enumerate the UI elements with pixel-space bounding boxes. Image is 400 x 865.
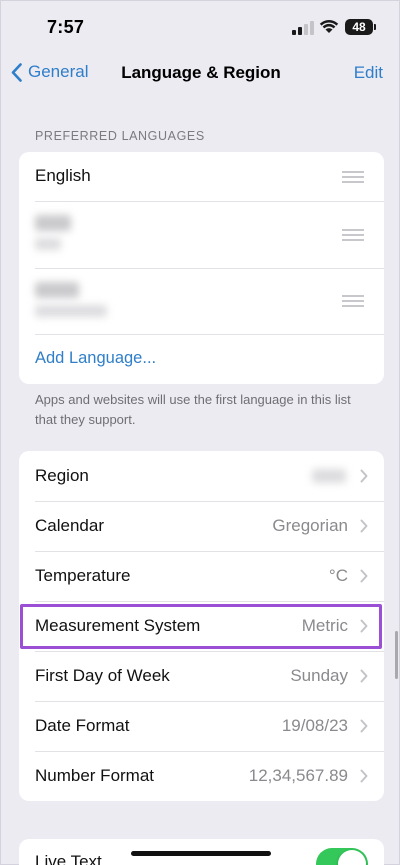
language-row-english[interactable]: English: [19, 152, 384, 201]
edit-button[interactable]: Edit: [354, 63, 383, 83]
calendar-row[interactable]: Calendar Gregorian: [19, 501, 384, 551]
date-format-row[interactable]: Date Format 19/08/23: [19, 701, 384, 751]
region-settings-list: Region Calendar Gregorian Temperature °C…: [19, 451, 384, 801]
first-day-of-week-row[interactable]: First Day of Week Sunday: [19, 651, 384, 701]
redacted-language-subtitle: [35, 238, 61, 250]
date-format-label: Date Format: [35, 716, 130, 735]
region-label: Region: [35, 466, 89, 485]
language-row-redacted[interactable]: [19, 269, 384, 334]
languages-footer-note: Apps and websites will use the first lan…: [35, 392, 351, 427]
first-day-of-week-value: Sunday: [290, 666, 348, 685]
calendar-value: Gregorian: [272, 516, 348, 535]
screen: 7:57 48 General Language & Region Edit P…: [0, 0, 400, 865]
measurement-system-row[interactable]: Measurement System Metric: [19, 601, 384, 651]
page-title: Language & Region: [121, 63, 281, 82]
wifi-icon: [319, 19, 339, 33]
temperature-value: °C: [328, 566, 348, 585]
chevron-right-icon: [360, 469, 368, 483]
number-format-value: 12,34,567.89: [248, 766, 348, 785]
live-text-toggle[interactable]: [316, 848, 368, 865]
preferred-languages-list: English Add Language...: [19, 152, 384, 384]
temperature-label: Temperature: [35, 566, 131, 585]
chevron-right-icon: [360, 569, 368, 583]
add-language-row[interactable]: Add Language...: [19, 335, 384, 384]
status-time: 7:57: [47, 17, 85, 37]
measurement-system-value: Metric: [301, 616, 348, 635]
chevron-right-icon: [360, 519, 368, 533]
language-label: English: [35, 166, 91, 185]
number-format-label: Number Format: [35, 766, 155, 785]
navigation-bar: General Language & Region Edit: [1, 51, 400, 95]
drag-handle-icon[interactable]: [342, 171, 364, 183]
status-bar: 7:57 48: [1, 1, 400, 51]
redacted-language-name: [35, 215, 71, 231]
redacted-region-value: [312, 469, 346, 483]
language-row-redacted[interactable]: [19, 202, 384, 268]
signal-icon: [292, 21, 314, 35]
number-format-row[interactable]: Number Format 12,34,567.89: [19, 751, 384, 801]
drag-handle-icon[interactable]: [342, 295, 364, 307]
measurement-system-label: Measurement System: [35, 616, 201, 635]
home-indicator[interactable]: [131, 851, 271, 856]
battery-icon: 48: [345, 19, 376, 35]
chevron-right-icon: [360, 769, 368, 783]
first-day-of-week-label: First Day of Week: [35, 666, 170, 685]
temperature-row[interactable]: Temperature °C: [19, 551, 384, 601]
region-row[interactable]: Region: [19, 451, 384, 501]
live-text-label: Live Text: [35, 852, 102, 865]
date-format-value: 19/08/23: [281, 716, 348, 735]
add-language-button[interactable]: Add Language...: [35, 349, 156, 368]
chevron-right-icon: [360, 719, 368, 733]
redacted-language-subtitle: [35, 305, 107, 317]
preferred-languages-header: PREFERRED LANGUAGES: [35, 129, 205, 143]
redacted-language-name: [35, 282, 79, 298]
chevron-right-icon: [360, 619, 368, 633]
scroll-indicator[interactable]: [395, 631, 398, 679]
drag-handle-icon[interactable]: [342, 229, 364, 241]
chevron-right-icon: [360, 669, 368, 683]
calendar-label: Calendar: [35, 516, 104, 535]
